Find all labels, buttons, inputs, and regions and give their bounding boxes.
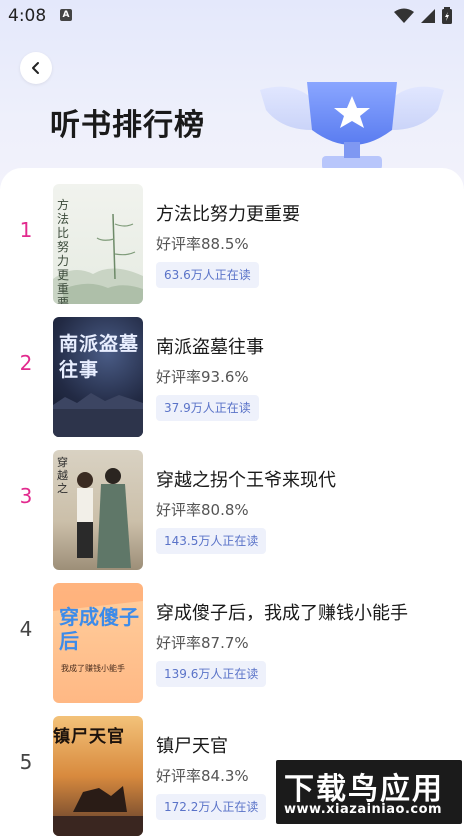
status-icons bbox=[394, 7, 452, 24]
rating-text: 好评率87.7% bbox=[156, 634, 249, 652]
cover-title: 南派盗墓往事 bbox=[59, 333, 140, 381]
rating-text: 好评率80.8% bbox=[156, 501, 249, 519]
book-cover: 穿越之 bbox=[53, 450, 143, 570]
book-title: 镇尸天官 bbox=[156, 736, 228, 757]
battery-icon bbox=[442, 7, 452, 24]
page-title: 听书排行榜 bbox=[50, 108, 205, 143]
rating-text: 好评率88.5% bbox=[156, 235, 249, 253]
book-title: 南派盗墓往事 bbox=[156, 337, 264, 358]
book-title: 方法比努力更重要 bbox=[156, 204, 300, 225]
book-title: 穿越之拐个王爷来现代 bbox=[156, 470, 336, 491]
cover-title: 方法比努力更重要 bbox=[57, 198, 70, 304]
status-bar: 4:08 A bbox=[0, 0, 464, 32]
list-item[interactable]: 3 穿越之 穿越之拐个王爷来现代 好评率80.8% 143.5万人正在读 bbox=[0, 436, 464, 570]
rank-number: 2 bbox=[19, 351, 33, 375]
list-item[interactable]: 2 南派盗墓往事 南派盗墓往事 好评率93.6% 37.9万人正在读 bbox=[0, 303, 464, 437]
reader-count-badge: 143.5万人正在读 bbox=[156, 528, 267, 554]
reader-count-badge: 63.6万人正在读 bbox=[156, 262, 259, 288]
rank-number: 4 bbox=[19, 617, 33, 641]
wifi-icon bbox=[394, 8, 414, 23]
rating-text: 好评率84.3% bbox=[156, 767, 249, 785]
rating-text: 好评率93.6% bbox=[156, 368, 249, 386]
watermark: 下载鸟应用 www.xiazainiao.com bbox=[276, 760, 462, 824]
list-item[interactable]: 1 方法比努力更重要 方法比努力更重要 好评率88.5% 63.6万人正在读 bbox=[0, 170, 464, 304]
reader-count-badge: 139.6万人正在读 bbox=[156, 661, 267, 687]
cover-subtitle: 我成了赚钱小能手 bbox=[61, 664, 125, 673]
back-button[interactable] bbox=[20, 52, 52, 84]
book-cover: 南派盗墓往事 bbox=[53, 317, 143, 437]
reader-count-badge: 37.9万人正在读 bbox=[156, 395, 259, 421]
rank-number: 3 bbox=[19, 484, 33, 508]
list-item[interactable]: 4 穿成傻子后 我成了赚钱小能手 穿成傻子后，我成了赚钱小能手 好评率87.7%… bbox=[0, 569, 464, 703]
trophy-icon bbox=[260, 82, 444, 170]
reader-count-badge: 172.2万人正在读 bbox=[156, 794, 267, 820]
chevron-left-icon bbox=[32, 62, 39, 74]
book-cover: 方法比努力更重要 bbox=[53, 184, 143, 304]
status-time: 4:08 bbox=[8, 6, 47, 26]
cover-title: 穿成傻子后 bbox=[59, 605, 139, 653]
book-cover: 镇尸天官 bbox=[53, 716, 143, 836]
notification-icon: A bbox=[60, 9, 72, 21]
rank-number: 1 bbox=[19, 218, 33, 242]
cover-title: 镇尸天官 bbox=[53, 727, 125, 747]
signal-icon bbox=[421, 8, 435, 23]
book-title: 穿成傻子后，我成了赚钱小能手 bbox=[156, 603, 408, 624]
ranking-list: 1 方法比努力更重要 方法比努力更重要 好评率88.5% 63.6万人正在读 2… bbox=[0, 168, 464, 838]
book-cover: 穿成傻子后 我成了赚钱小能手 bbox=[53, 583, 143, 703]
cover-title: 穿越之 bbox=[57, 456, 68, 495]
rank-number: 5 bbox=[19, 750, 33, 774]
watermark-url: www.xiazainiao.com bbox=[284, 802, 443, 817]
